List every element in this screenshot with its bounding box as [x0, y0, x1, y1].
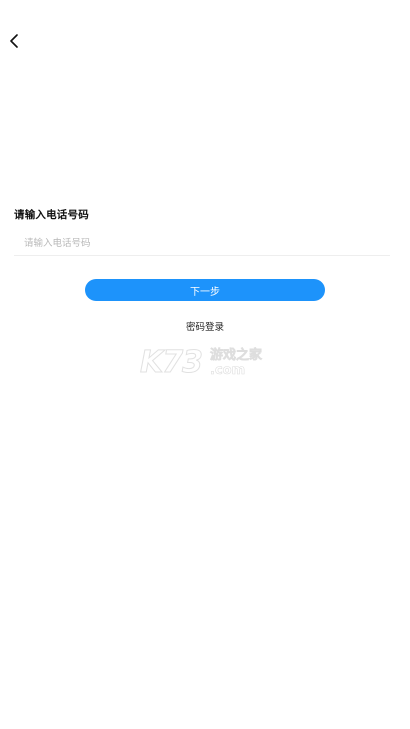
watermark-domain: .com [210, 363, 246, 379]
watermark-site-name: 游戏之家 [210, 348, 263, 364]
back-button[interactable] [2, 28, 26, 54]
watermark-logo: K73 游戏之家 .com [140, 345, 270, 382]
phone-label: 请输入电话号码 [14, 209, 89, 221]
phone-input[interactable] [14, 232, 390, 256]
chevron-left-icon [9, 34, 19, 48]
password-login-link[interactable]: 密码登录 [0, 319, 410, 333]
watermark-logo-text: K73 [140, 345, 204, 380]
next-step-button[interactable]: 下一步 [85, 279, 325, 301]
